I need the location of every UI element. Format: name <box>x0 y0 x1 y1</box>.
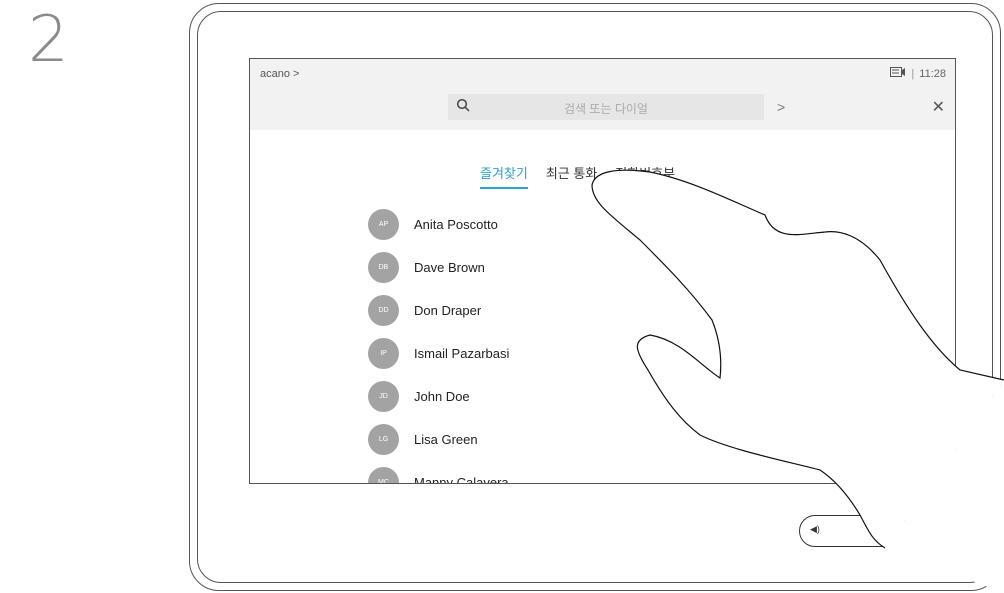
mute-button[interactable] <box>918 516 950 548</box>
list-item[interactable]: IP Ismail Pazarbasi <box>368 332 509 375</box>
list-item[interactable]: MC Manny Calavera <box>368 461 509 484</box>
volume-control[interactable]: ◀) ◀)) <box>799 515 909 547</box>
touch-screen: acano > | 11:28 검색 또는 다이얼 > ✕ 즐겨찾기 최근 통화… <box>249 58 956 484</box>
list-item[interactable]: DB Dave Brown <box>368 246 509 289</box>
search-placeholder: 검색 또는 다이얼 <box>564 102 648 116</box>
contact-list: AP Anita Poscotto DB Dave Brown DD Don D… <box>368 203 509 484</box>
avatar: LG <box>368 424 399 455</box>
clock: 11:28 <box>919 67 946 80</box>
avatar: IP <box>368 338 399 369</box>
list-item[interactable]: LG Lisa Green <box>368 418 509 461</box>
contact-name: Manny Calavera <box>414 475 509 484</box>
tab-recent-calls[interactable]: 최근 통화 <box>546 163 597 189</box>
tab-directory[interactable]: 전화번호부 <box>615 163 675 189</box>
top-bar: acano > | 11:28 검색 또는 다이얼 > ✕ <box>250 59 955 130</box>
tab-bar: 즐겨찾기 최근 통화 전화번호부 <box>480 163 675 189</box>
avatar: MC <box>368 467 399 483</box>
list-item[interactable]: DD Don Draper <box>368 289 509 332</box>
list-item[interactable]: JD John Doe <box>368 375 509 418</box>
avatar: AP <box>368 209 399 240</box>
breadcrumb[interactable]: acano > <box>260 68 299 80</box>
close-icon[interactable]: ✕ <box>932 97 945 117</box>
microphone-muted-icon <box>926 522 941 541</box>
speaker-icon: ◀) <box>810 524 820 534</box>
status-area: | 11:28 <box>890 66 946 81</box>
chevron-right-icon[interactable]: > <box>777 99 785 115</box>
step-number: 2 <box>28 3 69 77</box>
avatar: JD <box>368 381 399 412</box>
contact-name: Lisa Green <box>414 432 478 447</box>
contact-name: Ismail Pazarbasi <box>414 346 510 361</box>
status-separator: | <box>911 67 915 80</box>
search-field[interactable]: 검색 또는 다이얼 <box>448 94 764 120</box>
avatar: DB <box>368 252 399 283</box>
contact-name: Dave Brown <box>414 260 485 275</box>
volume-up-icon: ◀)) <box>879 523 894 534</box>
contact-name: Anita Poscotto <box>414 217 498 232</box>
avatar: DD <box>368 295 399 326</box>
tab-favorites[interactable]: 즐겨찾기 <box>480 163 528 189</box>
contact-name: Don Draper <box>414 303 482 318</box>
camera-icon[interactable] <box>890 66 906 81</box>
list-item[interactable]: AP Anita Poscotto <box>368 203 509 246</box>
contact-name: John Doe <box>414 389 470 404</box>
